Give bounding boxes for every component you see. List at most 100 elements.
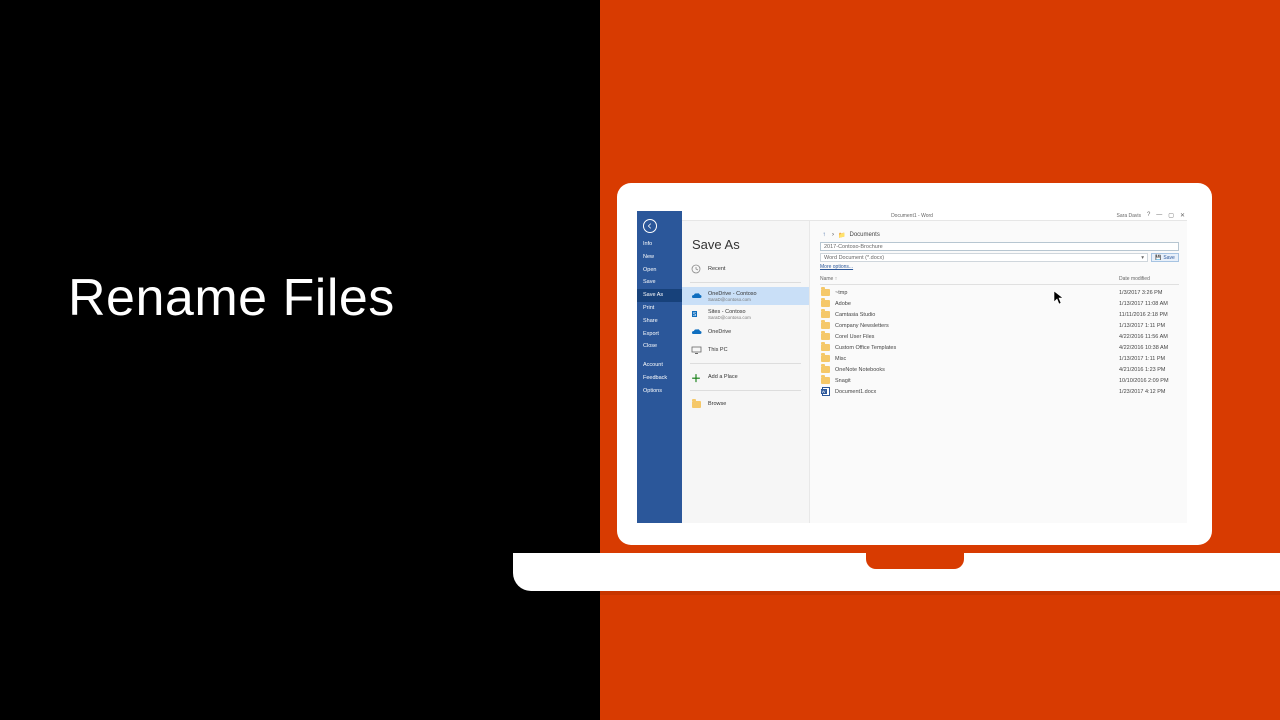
folder-icon — [690, 398, 702, 410]
location-label: Browse — [708, 401, 726, 407]
file-date: 1/13/2017 1:11 PM — [1119, 356, 1179, 362]
location-label: OneDrive — [708, 329, 731, 335]
file-name: Custom Office Templates — [835, 345, 1119, 351]
file-date: 1/13/2017 1:11 PM — [1119, 323, 1179, 329]
location-label: This PC — [708, 347, 728, 353]
pc-icon — [690, 344, 702, 356]
breadcrumb-label[interactable]: Documents — [849, 232, 879, 238]
folder-icon — [821, 344, 830, 351]
file-name: Document1.docx — [835, 389, 1119, 395]
help-icon[interactable]: ? — [1147, 212, 1150, 219]
backstage-sidebar: InfoNewOpenSaveSave AsPrintShareExportCl… — [637, 211, 682, 523]
divider — [690, 282, 801, 283]
sidebar-item-account[interactable]: Account — [637, 359, 682, 372]
divider — [690, 363, 801, 364]
folder-row[interactable]: Snagit10/10/2016 2:09 PM — [820, 375, 1179, 386]
file-date: 1/3/2017 3:26 PM — [1119, 290, 1179, 296]
location-label: Add a Place — [708, 374, 738, 380]
folder-icon — [821, 377, 830, 384]
folder-icon — [821, 300, 830, 307]
folder-row[interactable]: Camtasia Studio11/11/2016 2:18 PM — [820, 309, 1179, 320]
file-name: Snagit — [835, 378, 1119, 384]
sidebar-item-options[interactable]: Options — [637, 385, 682, 398]
breadcrumb: ↑ › 📁 Documents — [820, 231, 1179, 239]
filename-input[interactable] — [820, 242, 1179, 251]
file-browser-pane: ↑ › 📁 Documents Word Document (*.docx) ▾ — [810, 221, 1187, 523]
folder-row[interactable]: ~tmp1/3/2017 3:26 PM — [820, 287, 1179, 298]
minimize-icon[interactable]: — — [1156, 212, 1162, 219]
location-sites-contoso[interactable]: S Sites - ContosoSaraD@contoso.com — [682, 305, 809, 323]
maximize-icon[interactable]: ▢ — [1168, 212, 1174, 219]
folder-row[interactable]: Company Newsletters1/13/2017 1:11 PM — [820, 320, 1179, 331]
sidebar-item-info[interactable]: Info — [637, 238, 682, 251]
folder-icon: 📁 — [838, 232, 845, 239]
page-title: Save As — [682, 221, 809, 260]
folder-icon — [821, 366, 830, 373]
sidebar-item-export[interactable]: Export — [637, 328, 682, 341]
laptop-notch — [866, 553, 964, 569]
folder-icon — [821, 355, 830, 362]
close-icon[interactable]: ✕ — [1180, 212, 1185, 219]
location-onedrive[interactable]: OneDrive — [682, 323, 809, 341]
folder-row[interactable]: Misc1/13/2017 1:11 PM — [820, 353, 1179, 364]
file-date: 4/22/2016 10:38 AM — [1119, 345, 1179, 351]
save-icon: 💾 — [1155, 255, 1161, 261]
col-date[interactable]: Date modified — [1119, 276, 1179, 282]
file-row[interactable]: Document1.docx1/23/2017 4:12 PM — [820, 386, 1179, 397]
folder-icon — [821, 311, 830, 318]
sidebar-item-feedback[interactable]: Feedback — [637, 372, 682, 385]
laptop-mockup: Document1 - Word Sara Davis ? — ▢ ✕ Info… — [617, 183, 1212, 545]
format-select[interactable]: Word Document (*.docx) ▾ — [820, 253, 1148, 262]
folder-row[interactable]: OneNote Notebooks4/21/2016 1:23 PM — [820, 364, 1179, 375]
user-name: Sara Davis — [1117, 213, 1141, 219]
location-onedrive-contoso[interactable]: OneDrive - ContosoSaraD@contoso.com — [682, 287, 809, 305]
sidebar-item-save[interactable]: Save — [637, 276, 682, 289]
folder-icon — [821, 333, 830, 340]
location-label: Sites - ContosoSaraD@contoso.com — [708, 309, 751, 320]
onedrive-p-icon — [690, 326, 702, 338]
folder-icon — [821, 322, 830, 329]
col-name[interactable]: Name ↑ — [820, 276, 1119, 282]
sidebar-item-save-as[interactable]: Save As — [637, 289, 682, 302]
folder-row[interactable]: Custom Office Templates4/22/2016 10:38 A… — [820, 342, 1179, 353]
file-date: 1/13/2017 11:08 AM — [1119, 301, 1179, 307]
left-background — [0, 0, 600, 720]
folder-row[interactable]: Corel User Files4/22/2016 11:56 AM — [820, 331, 1179, 342]
slide-title: Rename Files — [68, 268, 395, 328]
file-date: 11/11/2016 2:18 PM — [1119, 312, 1179, 318]
save-button[interactable]: 💾 Save — [1151, 253, 1179, 262]
sidebar-item-print[interactable]: Print — [637, 302, 682, 315]
file-name: ~tmp — [835, 290, 1119, 296]
sidebar-item-share[interactable]: Share — [637, 315, 682, 328]
folder-icon — [821, 289, 830, 296]
sidebar-item-new[interactable]: New — [637, 251, 682, 264]
location-label: Recent — [708, 266, 725, 272]
clock-icon — [690, 263, 702, 275]
up-arrow-icon[interactable]: ↑ — [820, 231, 828, 239]
window-titlebar: Document1 - Word Sara Davis ? — ▢ ✕ — [637, 211, 1187, 221]
location-recent[interactable]: Recent — [682, 260, 809, 278]
file-date: 10/10/2016 2:09 PM — [1119, 378, 1179, 384]
file-date: 4/21/2016 1:23 PM — [1119, 367, 1179, 373]
sharepoint-icon: S — [690, 308, 702, 320]
divider — [690, 390, 801, 391]
folder-row[interactable]: Adobe1/13/2017 11:08 AM — [820, 298, 1179, 309]
onedrive-icon — [690, 290, 702, 302]
save-locations-pane: Save As Recent OneDrive - ContosoSaraD@co… — [682, 221, 810, 523]
sidebar-item-close[interactable]: Close — [637, 340, 682, 353]
location-this-pc[interactable]: This PC — [682, 341, 809, 359]
file-name: Misc — [835, 356, 1119, 362]
file-name: Corel User Files — [835, 334, 1119, 340]
file-name: Adobe — [835, 301, 1119, 307]
chevron-down-icon: ▾ — [1141, 255, 1144, 261]
file-date: 1/23/2017 4:12 PM — [1119, 389, 1179, 395]
more-options-link[interactable]: More options... — [820, 264, 853, 270]
word-doc-icon — [822, 387, 830, 396]
location-browse[interactable]: Browse — [682, 395, 809, 413]
back-button[interactable] — [643, 219, 657, 233]
sidebar-item-open[interactable]: Open — [637, 264, 682, 277]
location-add-a-place[interactable]: ＋Add a Place — [682, 368, 809, 386]
file-date: 4/22/2016 11:56 AM — [1119, 334, 1179, 340]
laptop-screen-bezel: Document1 - Word Sara Davis ? — ▢ ✕ Info… — [617, 183, 1212, 545]
separator: › — [832, 232, 834, 238]
